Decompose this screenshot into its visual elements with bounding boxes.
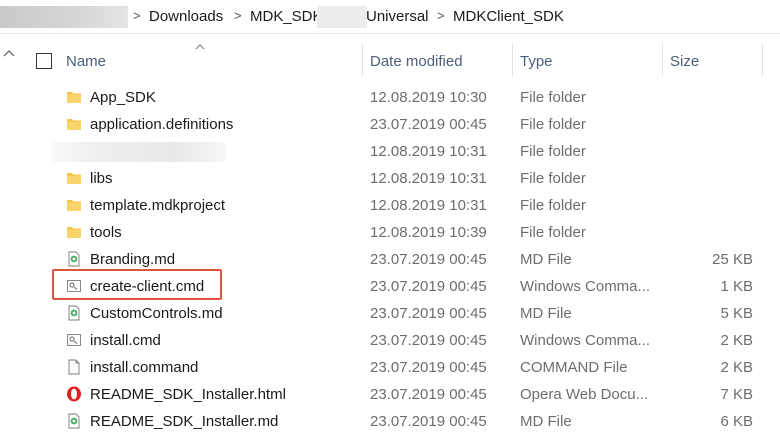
column-header-type[interactable]: Type	[520, 53, 553, 70]
file-size: 1 KB	[720, 278, 753, 295]
file-row[interactable]: 12.08.2019 10:31 File folder	[0, 138, 780, 165]
file-name: install.command	[90, 359, 199, 376]
file-size: 5 KB	[720, 305, 753, 322]
file-date: 23.07.2019 00:45	[370, 413, 487, 430]
file-type: File folder	[520, 143, 586, 160]
blurred-path-segment	[0, 6, 128, 28]
folder-icon	[67, 119, 81, 130]
file-size: 6 KB	[720, 413, 753, 430]
file-date: 12.08.2019 10:31	[370, 197, 487, 214]
blurred-file-name	[52, 142, 226, 162]
breadcrumb-item-mdk-sdk[interactable]: MDK_SDK	[250, 8, 323, 25]
folder-icon	[67, 200, 81, 211]
file-name: install.cmd	[90, 332, 161, 349]
file-date: 12.08.2019 10:31	[370, 143, 487, 160]
file-name: README_SDK_Installer.html	[90, 386, 286, 403]
file-name: application.definitions	[90, 116, 234, 133]
file-size: 2 KB	[720, 359, 753, 376]
file-row[interactable]: CustomControls.md 23.07.2019 00:45 MD Fi…	[0, 300, 780, 327]
file-row[interactable]: tools 12.08.2019 10:39 File folder	[0, 219, 780, 246]
file-name: template.mdkproject	[90, 197, 226, 214]
md-file-icon	[68, 305, 80, 321]
file-row[interactable]: template.mdkproject 12.08.2019 10:31 Fil…	[0, 192, 780, 219]
file-row[interactable]: Branding.md 23.07.2019 00:45 MD File 25 …	[0, 246, 780, 273]
cmd-file-icon	[67, 334, 81, 346]
column-header: Name Date modified Type Size	[0, 43, 780, 76]
file-row[interactable]: install.cmd 23.07.2019 00:45 Windows Com…	[0, 327, 780, 354]
column-header-size[interactable]: Size	[670, 53, 699, 70]
file-row[interactable]: create-client.cmd 23.07.2019 00:45 Windo…	[0, 273, 780, 300]
folder-icon	[67, 227, 81, 238]
file-name: Branding.md	[90, 251, 176, 268]
column-divider[interactable]	[762, 43, 763, 76]
file-type: File folder	[520, 116, 586, 133]
chevron-right-icon: >	[437, 8, 445, 23]
cmd-file-icon	[67, 280, 81, 292]
file-date: 23.07.2019 00:45	[370, 386, 487, 403]
file-date: 12.08.2019 10:39	[370, 224, 487, 241]
opera-icon	[67, 386, 81, 402]
file-type: File folder	[520, 224, 586, 241]
column-header-date[interactable]: Date modified	[370, 53, 463, 70]
file-row[interactable]: App_SDK 12.08.2019 10:30 File folder	[0, 84, 780, 111]
file-date: 23.07.2019 00:45	[370, 305, 487, 322]
file-row[interactable]: install.command 23.07.2019 00:45 COMMAND…	[0, 354, 780, 381]
file-name: CustomControls.md	[90, 305, 223, 322]
file-row[interactable]: application.definitions 23.07.2019 00:45…	[0, 111, 780, 138]
file-date: 12.08.2019 10:30	[370, 89, 487, 106]
file-type: COMMAND File	[520, 359, 628, 376]
column-divider[interactable]	[362, 43, 363, 76]
file-date: 23.07.2019 00:45	[370, 359, 487, 376]
file-date: 23.07.2019 00:45	[370, 332, 487, 349]
file-size: 2 KB	[720, 332, 753, 349]
file-type: MD File	[520, 305, 572, 322]
file-size: 7 KB	[720, 386, 753, 403]
file-name: App_SDK	[90, 89, 156, 106]
column-divider[interactable]	[662, 43, 663, 76]
file-size: 25 KB	[712, 251, 753, 268]
md-file-icon	[68, 251, 80, 267]
md-file-icon	[68, 413, 80, 429]
breadcrumb-item-universal[interactable]: Universal	[366, 8, 429, 25]
file-type: File folder	[520, 170, 586, 187]
file-name: create-client.cmd	[90, 278, 205, 295]
chevron-right-icon: >	[234, 8, 242, 23]
file-type: Windows Comma...	[520, 332, 651, 349]
sort-ascending-icon	[195, 44, 205, 50]
file-type: MD File	[520, 251, 572, 268]
file-row[interactable]: README_SDK_Installer.html 23.07.2019 00:…	[0, 381, 780, 408]
column-header-name[interactable]: Name	[66, 53, 106, 70]
folder-icon	[67, 92, 81, 103]
select-all-checkbox[interactable]	[36, 53, 52, 69]
file-name: README_SDK_Installer.md	[90, 413, 279, 430]
file-type: File folder	[520, 197, 586, 214]
file-name: libs	[90, 170, 113, 187]
file-type: File folder	[520, 89, 586, 106]
file-row[interactable]: libs 12.08.2019 10:31 File folder	[0, 165, 780, 192]
file-row[interactable]: README_SDK_Installer.md 23.07.2019 00:45…	[0, 408, 780, 435]
file-name: tools	[90, 224, 122, 241]
file-date: 12.08.2019 10:31	[370, 170, 487, 187]
file-date: 23.07.2019 00:45	[370, 278, 487, 295]
file-date: 23.07.2019 00:45	[370, 116, 487, 133]
blank-file-icon	[68, 359, 80, 375]
breadcrumb-item-downloads[interactable]: Downloads	[149, 8, 223, 25]
file-type: Opera Web Docu...	[520, 386, 649, 403]
blurred-path-segment	[317, 6, 367, 28]
address-bar[interactable]: > Downloads > MDK_SDK Universal > MDKCli…	[0, 0, 780, 34]
folder-icon	[67, 173, 81, 184]
chevron-right-icon: >	[133, 8, 141, 23]
file-date: 23.07.2019 00:45	[370, 251, 487, 268]
file-type: MD File	[520, 413, 572, 430]
column-divider[interactable]	[512, 43, 513, 76]
file-type: Windows Comma...	[520, 278, 651, 295]
breadcrumb-item-mdkclient-sdk[interactable]: MDKClient_SDK	[453, 8, 564, 25]
